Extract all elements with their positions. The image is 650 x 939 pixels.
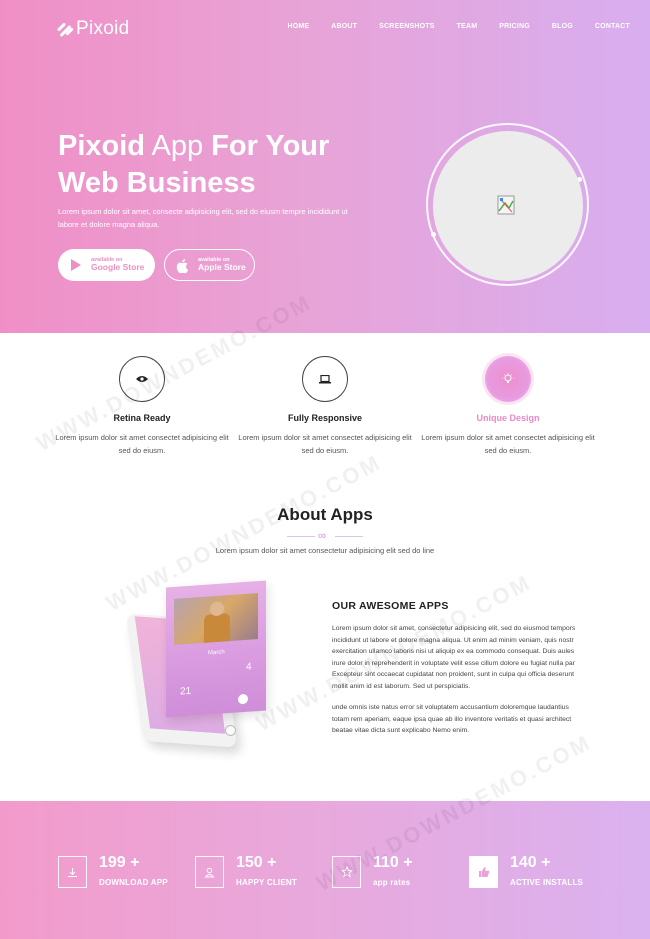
about-title: About Apps	[277, 505, 373, 524]
download-icon	[58, 856, 87, 888]
feature-description: Lorem ipsum dolor sit amet consectet adi…	[238, 433, 412, 455]
laptop-icon	[319, 374, 331, 383]
hero-title-thin: App	[145, 130, 212, 162]
feature-retina-ready: Retina Ready Lorem ipsum dolor sit amet …	[52, 356, 232, 458]
hero-title-bold-2: For Your	[211, 130, 330, 162]
phone-mockup: March 21 4	[125, 578, 298, 768]
feature-title: Fully Responsive	[287, 413, 363, 423]
about-subtitle: Lorem ipsum dolor sit amet consectetur a…	[215, 546, 435, 555]
divider-line	[335, 536, 363, 537]
phone-home-button	[225, 725, 236, 736]
nav-team[interactable]: TEAM	[457, 23, 478, 30]
stat-number: 110 +	[373, 854, 413, 871]
screen-photo	[174, 593, 258, 645]
feature-icon-circle	[119, 356, 165, 402]
play-store-icon	[71, 259, 81, 271]
feature-description: Lorem ipsum dolor sit amet consectet adi…	[55, 433, 229, 455]
thumbs-up-icon	[469, 856, 498, 888]
nav-pricing[interactable]: PRICING	[499, 23, 530, 30]
screen-num-left: 21	[180, 685, 192, 698]
nav-contact[interactable]: CONTACT	[595, 23, 630, 30]
phone-screen-front: March 21 4	[166, 580, 266, 718]
broken-image-icon	[497, 195, 515, 215]
hero-title-line2: Web Business	[58, 167, 256, 200]
logo-text: Pixoid	[76, 18, 130, 39]
stat-number: 199 +	[99, 854, 140, 871]
google-store-button[interactable]: available on Google Store	[58, 249, 155, 281]
nav-about[interactable]: ABOUT	[331, 23, 357, 30]
screen-month: March	[208, 649, 225, 657]
stat-downloads: 199 + DOWNLOAD APP	[58, 854, 168, 888]
feature-unique-design: Unique Design Lorem ipsum dolor sit amet…	[418, 356, 598, 458]
google-store-label: Google Store	[91, 262, 145, 273]
feature-description: Lorem ipsum dolor sit amet consectet adi…	[421, 433, 595, 455]
nav-home[interactable]: HOME	[287, 23, 309, 30]
bulb-icon	[502, 373, 514, 383]
apple-store-label: Apple Store	[198, 262, 246, 273]
hero-title: Pixoid App For Your Web Business	[58, 128, 378, 202]
divider-line	[287, 536, 315, 537]
feature-icon-circle	[302, 356, 348, 402]
stat-clients: 150 + HAPPY CLIENT	[195, 854, 297, 888]
ring-dot	[431, 232, 436, 237]
feature-fully-responsive: Fully Responsive Lorem ipsum dolor sit a…	[235, 356, 415, 458]
feature-icon-circle-active	[485, 356, 531, 402]
logo[interactable]: Pixoid	[56, 18, 130, 40]
awesome-apps-paragraph-2: unde omnis iste natus error sit voluptat…	[332, 704, 572, 735]
apple-store-button[interactable]: available on Apple Store	[164, 249, 255, 281]
nav-blog[interactable]: BLOG	[552, 23, 573, 30]
infinity-icon: ∞	[318, 530, 326, 542]
star-icon	[332, 856, 361, 888]
stat-rates: 110 + app rates	[332, 854, 413, 888]
screen-num-right: 4	[246, 661, 252, 673]
eye-icon	[136, 376, 148, 382]
hero-title-bold-1: Pixoid	[58, 130, 146, 162]
nav-screenshots[interactable]: SCREENSHOTS	[379, 23, 435, 30]
logo-mark-icon	[56, 22, 74, 38]
user-icon	[195, 856, 224, 888]
hero-description: Lorem ipsum dolor sit amet, consecte adi…	[58, 207, 348, 229]
feature-title: Retina Ready	[113, 413, 171, 423]
stat-label: app rates	[373, 878, 411, 887]
awesome-apps-paragraph-1: Lorem ipsum dolor sit amet, consectetur …	[332, 625, 576, 690]
main-nav: HOME ABOUT SCREENSHOTS TEAM PRICING BLOG…	[265, 23, 630, 30]
awesome-apps-title: OUR AWESOME APPS	[332, 600, 449, 612]
apple-icon	[176, 259, 189, 273]
stat-number: 140 +	[510, 854, 551, 871]
hero-section: Pixoid HOME ABOUT SCREENSHOTS TEAM PRICI…	[0, 0, 650, 333]
stat-label: DOWNLOAD APP	[99, 878, 168, 887]
stat-installs: 140 + ACTIVE INSTALLS	[469, 854, 583, 888]
feature-title: Unique Design	[476, 413, 540, 423]
stat-number: 150 +	[236, 854, 277, 871]
stat-label: HAPPY CLIENT	[236, 878, 297, 887]
stat-label: ACTIVE INSTALLS	[510, 878, 584, 887]
screen-play-icon	[238, 693, 248, 705]
